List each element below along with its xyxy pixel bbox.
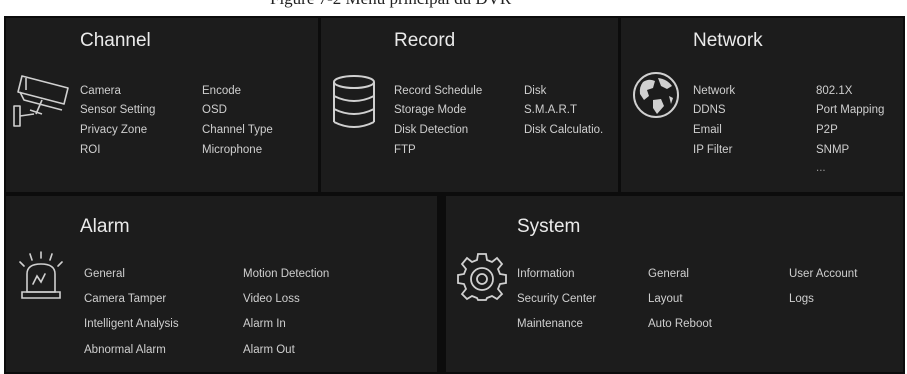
menu-item-intelligent-analysis[interactable]: Intelligent Analysis [84,318,179,330]
menu-item-8021x[interactable]: 802.1X [816,85,852,97]
menu-item-channel-type[interactable]: Channel Type [202,124,273,136]
menu-item-smart[interactable]: S.M.A.R.T [524,104,577,116]
menu-item-camera-tamper[interactable]: Camera Tamper [84,293,166,305]
system-title: System [517,216,581,237]
gear-icon [456,250,508,302]
menu-item-auto-reboot[interactable]: Auto Reboot [648,318,712,330]
alarm-siren-icon [16,250,66,302]
network-title: Network [693,30,763,51]
menu-item-alarm-out[interactable]: Alarm Out [243,344,295,356]
dvr-main-menu: Channel Camera Encode Sensor Setting OSD… [4,16,905,374]
menu-item-alarm-general[interactable]: General [84,268,125,280]
menu-item-abnormal-alarm[interactable]: Abnormal Alarm [84,344,166,356]
menu-item-snmp[interactable]: SNMP [816,144,849,156]
menu-item-privacy-zone[interactable]: Privacy Zone [80,124,147,136]
menu-item-logs[interactable]: Logs [789,293,814,305]
menu-item-ip-filter[interactable]: IP Filter [693,144,732,156]
menu-item-video-loss[interactable]: Video Loss [243,293,300,305]
figure-caption-text: Figure 7-2 Menu principal du DVR [270,0,511,9]
menu-item-record-schedule[interactable]: Record Schedule [394,85,482,97]
more-items-indicator[interactable]: ... [816,162,826,174]
figure-caption: Figure 7-2 Menu principal du DVR [0,0,907,16]
record-title: Record [394,30,456,51]
menu-item-disk-calculation[interactable]: Disk Calculatio. [524,124,603,136]
channel-panel: Channel Camera Encode Sensor Setting OSD… [6,18,318,192]
menu-item-sensor-setting[interactable]: Sensor Setting [80,104,155,116]
menu-item-microphone[interactable]: Microphone [202,144,262,156]
menu-item-maintenance[interactable]: Maintenance [517,318,583,330]
menu-item-security-center[interactable]: Security Center [517,293,596,305]
system-panel: System Information General User Account … [446,196,903,372]
menu-item-encode[interactable]: Encode [202,85,241,97]
menu-item-motion-detection[interactable]: Motion Detection [243,268,329,280]
menu-item-roi[interactable]: ROI [80,144,100,156]
channel-title: Channel [80,30,151,51]
menu-item-system-general[interactable]: General [648,268,689,280]
menu-item-information[interactable]: Information [517,268,575,280]
menu-item-email[interactable]: Email [693,124,722,136]
menu-item-layout[interactable]: Layout [648,293,683,305]
menu-item-ddns[interactable]: DDNS [693,104,726,116]
camera-icon [12,70,74,128]
menu-item-disk[interactable]: Disk [524,85,546,97]
menu-item-disk-detection[interactable]: Disk Detection [394,124,468,136]
menu-item-alarm-in[interactable]: Alarm In [243,318,286,330]
alarm-panel: Alarm General Motion Detection Camera Ta… [6,196,437,372]
menu-item-camera[interactable]: Camera [80,85,121,97]
alarm-title: Alarm [80,216,130,237]
menu-item-osd[interactable]: OSD [202,104,227,116]
record-panel: Record Record Schedule Disk Storage Mode… [321,18,618,192]
menu-item-user-account[interactable]: User Account [789,268,857,280]
menu-item-ftp[interactable]: FTP [394,144,416,156]
menu-item-storage-mode[interactable]: Storage Mode [394,104,466,116]
database-icon [331,74,377,132]
menu-item-p2p[interactable]: P2P [816,124,838,136]
menu-item-network[interactable]: Network [693,85,735,97]
network-panel: Network Network 802.1X DDNS Port Mapping… [621,18,903,192]
globe-icon [631,70,681,120]
menu-item-port-mapping[interactable]: Port Mapping [816,104,884,116]
